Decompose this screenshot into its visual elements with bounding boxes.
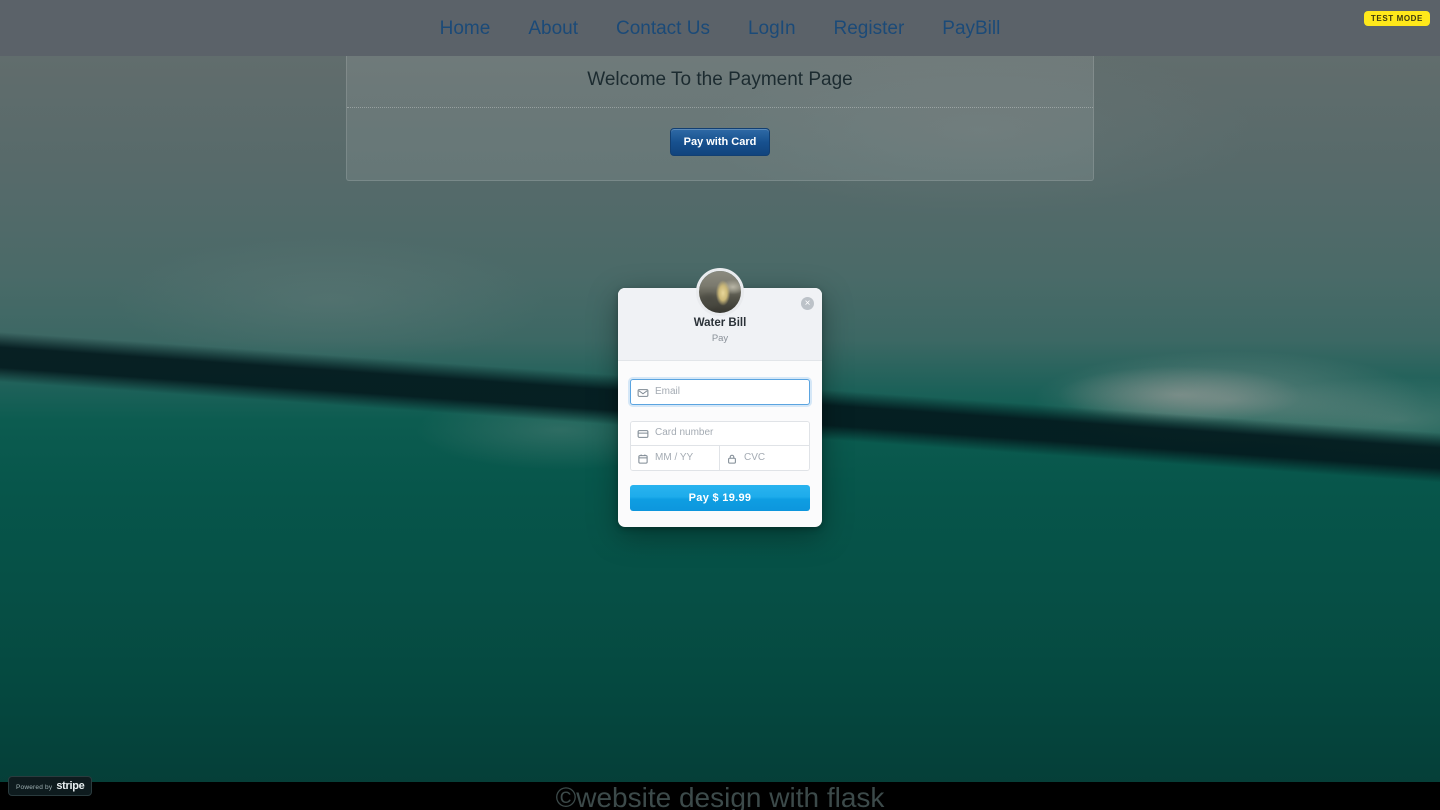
footer-text: ©website design with flask: [555, 782, 885, 810]
powered-by-label: Powered by: [16, 784, 53, 791]
nav-link-register[interactable]: Register: [834, 19, 905, 38]
payment-page-panel: Welcome To the Payment Page Pay with Car…: [346, 52, 1094, 181]
page-title: Welcome To the Payment Page: [587, 69, 853, 90]
card-number-field[interactable]: Card number: [631, 421, 809, 446]
pay-submit-button[interactable]: Pay $ 19.99: [630, 484, 810, 511]
test-mode-badge[interactable]: TEST MODE: [1363, 11, 1430, 26]
email-field[interactable]: Email: [630, 378, 810, 405]
nav-link-login[interactable]: LogIn: [748, 19, 796, 38]
nav-link-home[interactable]: Home: [440, 19, 491, 38]
email-placeholder: Email: [655, 385, 681, 397]
powered-by-stripe-badge[interactable]: Powered by stripe: [8, 776, 93, 796]
expiry-placeholder: MM / YY: [655, 451, 694, 463]
stripe-checkout-modal: × Water Bill Pay Email Card number MM / …: [618, 268, 822, 527]
modal-body: Email Card number MM / YY CVC Pay $ 19.9…: [618, 361, 822, 527]
nav-link-about[interactable]: About: [528, 19, 578, 38]
expiry-field[interactable]: MM / YY: [631, 445, 720, 470]
envelope-icon: [637, 386, 649, 398]
merchant-avatar: [696, 268, 744, 316]
card-number-placeholder: Card number: [655, 427, 714, 439]
nav-link-paybill[interactable]: PayBill: [942, 19, 1000, 38]
close-icon[interactable]: ×: [801, 297, 814, 310]
lock-icon: [726, 452, 738, 464]
panel-body: Pay with Card: [347, 108, 1093, 180]
card-row: MM / YY CVC: [631, 445, 809, 470]
top-navbar: Home About Contact Us LogIn Register Pay…: [0, 0, 1440, 56]
credit-card-icon: [637, 427, 649, 439]
stripe-wordmark: stripe: [56, 780, 85, 792]
cvc-field[interactable]: CVC: [720, 445, 809, 470]
nav-link-contact-us[interactable]: Contact Us: [616, 19, 710, 38]
card-details-group: Card number MM / YY CVC: [630, 420, 810, 471]
merchant-description: Pay: [711, 332, 729, 344]
cvc-placeholder: CVC: [744, 451, 766, 463]
merchant-name: Water Bill: [693, 317, 747, 329]
calendar-icon: [637, 452, 649, 464]
merchant-avatar-photo: [699, 271, 741, 313]
modal-header: × Water Bill Pay: [618, 268, 822, 361]
pay-with-card-button[interactable]: Pay with Card: [669, 128, 771, 156]
